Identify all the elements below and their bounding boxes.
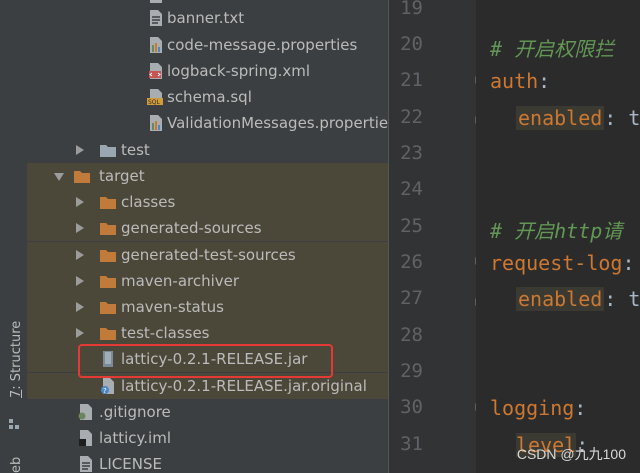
tool-window-strip: 7: Structure eb [0,0,28,473]
tree-item-label: generated-sources [121,219,262,237]
expand-arrow-icon[interactable] [76,145,84,155]
code-line-enabled-2: enabled: t [516,287,640,311]
highlight-box [78,344,333,378]
properties-file-icon [150,115,162,131]
watermark: CSDN @九九100 [516,446,626,462]
tree-item-label: test [121,141,150,159]
collapse-arrow-icon[interactable] [54,173,64,181]
iml-file-icon [79,430,92,446]
yaml-colon: : [622,251,635,275]
svg-text:?: ? [103,387,107,395]
tree-item-label: target [99,167,145,185]
tree-item-label: generated-test-sources [121,246,296,264]
expand-arrow-icon[interactable] [76,328,84,338]
line-number: 29 [400,360,423,382]
code-comment: # 开启http请 [490,219,623,243]
code-line-logging: logging: [490,396,586,420]
line-number: 23 [400,142,423,164]
expand-arrow-icon[interactable] [76,302,84,312]
yaml-key: logging [490,396,575,420]
folder-icon [74,171,90,183]
sql-file-icon: SQL [147,89,163,106]
tree-item-label: maven-status [121,298,224,316]
tree-item-schema[interactable]: SQL schema.sql [27,84,388,110]
folder-icon [100,250,116,262]
line-number: 20 [400,33,423,55]
code-line-enabled: enabled: t [516,106,640,130]
yaml-colon: : [574,396,587,420]
structure-icon [9,419,19,429]
tree-item-label: logback-spring.xml [167,62,311,80]
text-file-icon [80,456,92,472]
yaml-key: enabled [516,106,605,130]
yaml-key: enabled [516,287,605,311]
expand-arrow-icon[interactable] [76,197,84,207]
tree-item-logback[interactable]: logback-spring.xml [27,58,388,84]
tree-item-code-message[interactable]: code-message.properties [27,32,388,58]
line-number: 30 [400,396,423,418]
expand-arrow-icon[interactable] [76,276,84,286]
line-number: 26 [400,251,423,273]
gitignore-file-icon [78,404,92,420]
tree-item-label: maven-archiver [121,272,240,290]
tree-item-label: .gitignore [99,403,171,421]
properties-file-icon [150,37,162,53]
line-number: 24 [400,178,423,200]
yaml-colon: : [538,69,551,93]
line-number: 28 [400,324,423,346]
line-number-gutter: 19 20 21 22 23 24 25 26 27 28 29 30 31 [388,0,485,473]
tree-item-test[interactable]: test [27,137,388,163]
folder-icon [100,276,116,288]
web-tab[interactable]: eb [9,457,24,473]
tree-item-label: ValidationMessages.properties [167,114,388,132]
xml-file-icon [149,63,162,79]
line-number: 21 [400,69,423,91]
tree-item-generated-sources[interactable]: generated-sources [27,215,388,241]
file-icon [150,0,162,3]
tree-item-label: latticy.iml [99,429,171,447]
line-number: 31 [400,433,423,455]
structure-tab[interactable]: 7: Structure [9,321,24,398]
tree-item-label: schema.sql [167,88,252,106]
svg-text:SQL: SQL [148,99,161,106]
tree-item-generated-test-sources[interactable]: generated-test-sources [27,242,388,268]
folder-icon [100,302,116,314]
line-number: 19 [400,0,423,19]
text-file-icon [150,10,162,26]
line-number: 27 [400,287,423,309]
tree-item-label: code-message.properties [167,36,358,54]
yaml-value: : t [604,106,640,130]
code-editor[interactable]: # 开启权限拦 auth: enabled: t # 开启http请 reque… [476,0,640,473]
tree-item-banner[interactable]: banner.txt [27,5,388,31]
expand-arrow-icon[interactable] [76,223,84,233]
tree-item-validation[interactable]: ValidationMessages.properties [27,110,388,136]
tree-item-classes[interactable]: classes [27,189,388,215]
tree-item-gitignore[interactable]: .gitignore [27,399,388,425]
yaml-key: auth [490,69,539,93]
tree-item-label: classes [121,193,176,211]
tree-item-target[interactable]: target [27,163,388,189]
folder-icon [100,223,116,235]
line-number: 22 [400,106,423,128]
code-line-request-log: request-log: [490,251,635,275]
project-tree: banner.txt code-message.properties logba… [27,0,388,473]
tree-item-label: LICENSE [99,455,162,473]
tree-item-maven-status[interactable]: maven-status [27,294,388,320]
yaml-key: request-log [490,251,623,275]
unknown-file-icon: ? [101,378,114,395]
folder-icon [100,328,116,340]
line-number: 25 [400,215,423,237]
yaml-value: : t [604,287,640,311]
folder-icon [100,197,116,209]
expand-arrow-icon[interactable] [76,250,84,260]
tree-item-maven-archiver[interactable]: maven-archiver [27,268,388,294]
code-comment: # 开启权限拦 [490,37,615,61]
tree-item-iml[interactable]: latticy.iml [27,425,388,451]
tree-item-test-classes[interactable]: test-classes [27,320,388,346]
code-line-auth: auth: [490,69,550,93]
tree-item-license[interactable]: LICENSE [27,451,388,473]
tree-item-label: banner.txt [167,9,245,27]
folder-icon [100,145,116,157]
tree-item-label: test-classes [121,324,210,342]
